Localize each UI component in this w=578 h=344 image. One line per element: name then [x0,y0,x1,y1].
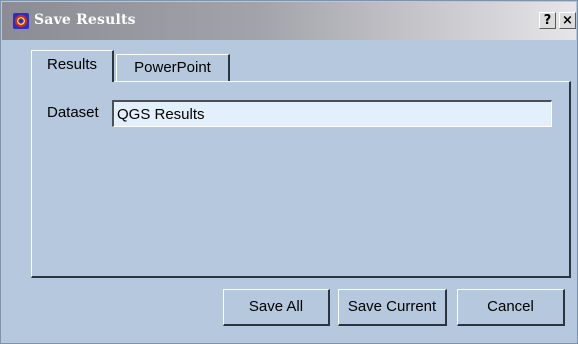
title-bar[interactable]: Save Results ? × [2,2,576,40]
tab-results[interactable]: Results [31,50,114,82]
close-button[interactable]: × [559,12,576,29]
save-current-button[interactable]: Save Current [338,289,447,326]
dataset-label: Dataset [47,104,99,121]
app-logo-icon [13,13,29,29]
save-all-button[interactable]: Save All [223,289,330,326]
help-button[interactable]: ? [539,12,556,29]
dataset-input[interactable] [112,100,552,127]
tab-powerpoint[interactable]: PowerPoint [116,54,230,81]
save-results-dialog: Save Results ? × Results PowerPoint Data… [0,0,578,344]
window-title: Save Results [34,12,136,28]
tab-panel-results: Dataset [31,81,571,278]
cancel-button[interactable]: Cancel [457,289,565,326]
